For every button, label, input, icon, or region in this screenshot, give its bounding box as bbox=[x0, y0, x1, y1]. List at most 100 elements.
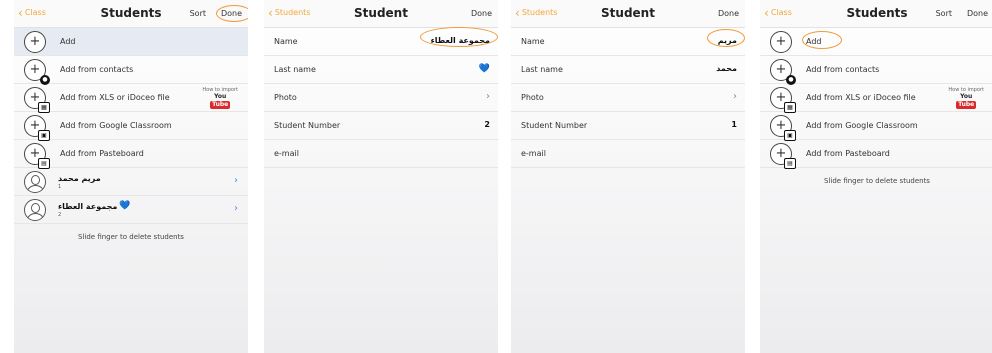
youtube-tutorial-link[interactable]: How to import You Tube bbox=[202, 87, 238, 109]
student-number-value[interactable]: 1 bbox=[731, 120, 737, 129]
sort-button[interactable]: Sort bbox=[936, 9, 952, 18]
back-button-students[interactable]: ‹ Students bbox=[268, 5, 310, 20]
youtube-logo-bottom: Tube bbox=[956, 101, 977, 109]
youtube-icon: You Tube bbox=[202, 94, 238, 109]
student-info: مجموعة العطاء 💙 2 bbox=[58, 201, 131, 218]
add-from-file-label: Add from XLS or iDoceo file bbox=[806, 93, 916, 102]
youtube-tutorial-link[interactable]: How to import You Tube bbox=[948, 87, 984, 109]
clipboard-badge-icon: ▤ bbox=[784, 157, 796, 169]
student-number-label: Student Number bbox=[274, 121, 341, 130]
last-name-value[interactable]: 💙 bbox=[479, 64, 490, 74]
add-contact-icon: + ● bbox=[770, 58, 796, 85]
chevron-right-icon: › bbox=[234, 175, 238, 186]
clipboard-badge-icon: ▤ bbox=[38, 157, 50, 169]
done-button[interactable]: Done bbox=[718, 9, 739, 18]
email-field[interactable]: e-mail bbox=[511, 140, 745, 168]
back-label: Students bbox=[521, 8, 558, 17]
chevron-right-icon: › bbox=[733, 91, 737, 102]
email-label: e-mail bbox=[274, 149, 299, 158]
add-from-google-classroom-row[interactable]: + ▣ Add from Google Classroom bbox=[760, 112, 992, 141]
student-number-field[interactable]: Student Number 1 bbox=[511, 112, 745, 140]
add-from-google-classroom-label: Add from Google Classroom bbox=[60, 121, 172, 130]
delete-hint: Slide finger to delete students bbox=[78, 233, 184, 241]
last-name-field[interactable]: Last name محمد bbox=[511, 56, 745, 84]
done-button[interactable]: Done bbox=[967, 9, 988, 18]
add-from-google-classroom-row[interactable]: + ▣ Add from Google Classroom bbox=[14, 112, 248, 141]
student-number: 1 bbox=[58, 183, 62, 190]
name-field[interactable]: Name مجموعة العطاء bbox=[264, 28, 498, 56]
name-label: Name bbox=[274, 37, 298, 46]
person-badge-icon: ● bbox=[40, 74, 50, 85]
student-name: مريم محمد bbox=[58, 174, 101, 183]
add-icon: + bbox=[24, 30, 46, 53]
youtube-logo-top: You bbox=[960, 93, 973, 100]
email-label: e-mail bbox=[521, 149, 546, 158]
file-badge-icon: ▦ bbox=[38, 101, 50, 113]
student-row[interactable]: مجموعة العطاء 💙 2 › bbox=[14, 196, 248, 224]
add-from-contacts-row[interactable]: + ● Add from contacts bbox=[14, 56, 248, 85]
student-number-field[interactable]: Student Number 2 bbox=[264, 112, 498, 140]
add-from-file-row[interactable]: + ▦ Add from XLS or iDoceo file How to im… bbox=[760, 84, 992, 113]
student-number: 2 bbox=[58, 212, 62, 218]
delete-hint: Slide finger to delete students bbox=[824, 177, 930, 185]
add-file-icon: + ▦ bbox=[770, 86, 796, 113]
photo-row[interactable]: Photo › bbox=[511, 84, 745, 112]
last-name-label: Last name bbox=[521, 65, 563, 74]
page-title: Students bbox=[100, 6, 162, 20]
chevron-left-icon: ‹ bbox=[268, 5, 273, 20]
student-name: مجموعة العطاء 💙 bbox=[58, 201, 131, 211]
youtube-logo-bottom: Tube bbox=[210, 101, 231, 109]
student-detail-screen: ‹ Students Student Done Name مجموعة العط… bbox=[264, 0, 498, 353]
avatar-icon bbox=[24, 198, 46, 221]
done-button[interactable]: Done bbox=[221, 9, 242, 18]
name-value[interactable]: مجموعة العطاء bbox=[431, 36, 490, 45]
add-from-pasteboard-row[interactable]: + ▤ Add from Pasteboard bbox=[760, 140, 992, 169]
done-button[interactable]: Done bbox=[471, 9, 492, 18]
page-title: Students bbox=[846, 6, 908, 20]
name-field[interactable]: Name مريم bbox=[511, 28, 745, 56]
classroom-badge-icon: ▣ bbox=[784, 129, 796, 141]
name-value[interactable]: مريم bbox=[718, 36, 737, 45]
youtube-icon: You Tube bbox=[948, 94, 984, 109]
email-field[interactable]: e-mail bbox=[264, 140, 498, 168]
file-badge-icon: ▦ bbox=[784, 101, 796, 113]
add-from-contacts-row[interactable]: + ● Add from contacts bbox=[760, 56, 992, 85]
last-name-field[interactable]: Last name 💙 bbox=[264, 56, 498, 84]
person-badge-icon: ● bbox=[786, 74, 796, 85]
add-contact-icon: + ● bbox=[24, 58, 50, 85]
add-pasteboard-icon: + ▤ bbox=[24, 142, 50, 169]
student-name-text: مجموعة العطاء bbox=[58, 201, 118, 211]
student-number-value[interactable]: 2 bbox=[484, 120, 490, 129]
last-name-label: Last name bbox=[274, 65, 316, 74]
photo-label: Photo bbox=[521, 93, 544, 102]
navigation-bar: ‹ Class Students Sort Done bbox=[14, 0, 248, 28]
students-list-screen: ‹ Class Students Sort Done + Add + ● Add … bbox=[760, 0, 992, 353]
add-pasteboard-icon: + ▤ bbox=[770, 142, 796, 169]
navigation-bar: ‹ Students Student Done bbox=[264, 0, 498, 28]
add-icon: + bbox=[770, 30, 792, 53]
last-name-value[interactable]: محمد bbox=[716, 64, 737, 73]
add-row[interactable]: + Add bbox=[760, 28, 992, 56]
add-from-file-label: Add from XLS or iDoceo file bbox=[60, 93, 170, 102]
student-name-text: مريم محمد bbox=[58, 173, 101, 183]
add-from-pasteboard-row[interactable]: + ▤ Add from Pasteboard bbox=[14, 140, 248, 169]
back-label: Class bbox=[24, 8, 46, 17]
chevron-left-icon: ‹ bbox=[18, 5, 23, 20]
back-button-class[interactable]: ‹ Class bbox=[18, 5, 46, 20]
sort-button[interactable]: Sort bbox=[190, 9, 206, 18]
add-label: Add bbox=[806, 37, 822, 46]
chevron-right-icon: › bbox=[234, 203, 238, 214]
navigation-bar: ‹ Students Student Done bbox=[511, 0, 745, 28]
name-label: Name bbox=[521, 37, 545, 46]
back-button-students[interactable]: ‹ Students bbox=[515, 7, 558, 19]
back-label: Class bbox=[770, 8, 792, 17]
student-row[interactable]: مريم محمد 1 › bbox=[14, 168, 248, 196]
chevron-left-icon: ‹ bbox=[764, 5, 769, 20]
classroom-badge-icon: ▣ bbox=[38, 129, 50, 141]
back-button-class[interactable]: ‹ Class bbox=[764, 5, 792, 20]
photo-row[interactable]: Photo › bbox=[264, 84, 498, 112]
add-from-contacts-label: Add from contacts bbox=[806, 65, 880, 74]
add-row[interactable]: + Add bbox=[14, 28, 248, 56]
navigation-bar: ‹ Class Students Sort Done bbox=[760, 0, 992, 28]
add-from-file-row[interactable]: + ▦ Add from XLS or iDoceo file How to im… bbox=[14, 84, 248, 113]
